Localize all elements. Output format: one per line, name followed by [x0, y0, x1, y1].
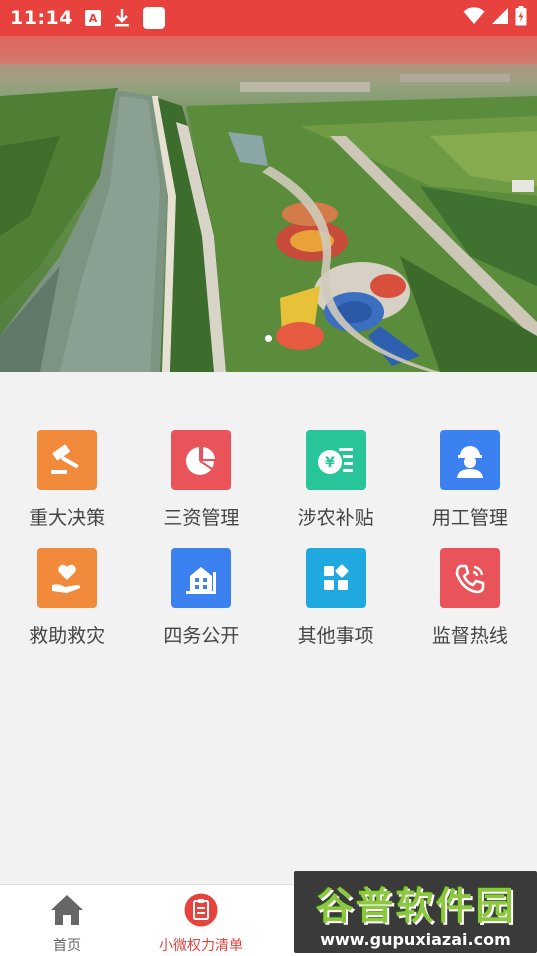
nav-label-power-list: 小微权力清单 [159, 938, 243, 954]
grid-label: 用工管理 [431, 507, 508, 529]
grid-item-other-matters[interactable]: 其他事项 [269, 548, 403, 666]
grid-label: 三资管理 [163, 507, 240, 529]
watermark-url: www.gupuxiazai.com [320, 930, 511, 949]
pie-chart-icon [171, 430, 232, 490]
grid-label: 重大决策 [29, 507, 106, 529]
wifi-icon [463, 7, 485, 29]
grid-label: 监督热线 [431, 625, 508, 647]
square-icon [142, 7, 165, 29]
building-icon [171, 548, 232, 608]
grid-item-relief[interactable]: 救助救灾 [0, 548, 134, 666]
grid-label: 救助救灾 [29, 625, 106, 647]
grid-item-hotline[interactable]: 监督热线 [403, 548, 537, 666]
svg-text:¥: ¥ [325, 455, 335, 471]
download-icon [113, 8, 131, 28]
watermark-logo: 谷普软件园 www.gupuxiazai.com [294, 871, 537, 953]
nav-item-home[interactable]: 首页 [0, 885, 134, 956]
battery-icon [515, 6, 527, 30]
carousel-indicator [0, 335, 537, 342]
status-bar: 11:14 A [0, 0, 537, 36]
grid-item-major-decisions[interactable]: 重大决策 [0, 430, 134, 548]
grid-item-four-affairs[interactable]: 四务公开 [134, 548, 268, 666]
function-grid: 重大决策 三资管理 ¥ 涉农补贴 用工管理 救助救灾 四务公开 其他事项 监督热… [0, 372, 537, 884]
banner-carousel[interactable] [0, 36, 537, 372]
banner-image [0, 36, 537, 372]
signal-icon [491, 7, 509, 29]
grid-label: 四务公开 [163, 625, 240, 647]
grid-item-farm-subsidy[interactable]: ¥ 涉农补贴 [269, 430, 403, 548]
clipboard-icon [183, 893, 219, 931]
grid-label: 其他事项 [297, 625, 374, 647]
yen-coin-icon: ¥ [305, 430, 366, 490]
gavel-icon [37, 430, 98, 490]
a-icon: A [84, 10, 101, 26]
grid-shapes-icon [305, 548, 366, 608]
home-icon [49, 893, 85, 931]
worker-icon [439, 430, 500, 490]
phone-icon [439, 548, 500, 608]
heart-hand-icon [37, 548, 98, 608]
carousel-dot[interactable] [265, 335, 272, 342]
grid-item-employment[interactable]: 用工管理 [403, 430, 537, 548]
nav-item-power-list[interactable]: 小微权力清单 [134, 885, 268, 956]
nav-label-home: 首页 [53, 938, 81, 954]
grid-item-three-assets[interactable]: 三资管理 [134, 430, 268, 548]
grid-label: 涉农补贴 [297, 507, 374, 529]
status-time: 11:14 [10, 7, 73, 29]
watermark-title: 谷普软件园 [315, 884, 516, 928]
